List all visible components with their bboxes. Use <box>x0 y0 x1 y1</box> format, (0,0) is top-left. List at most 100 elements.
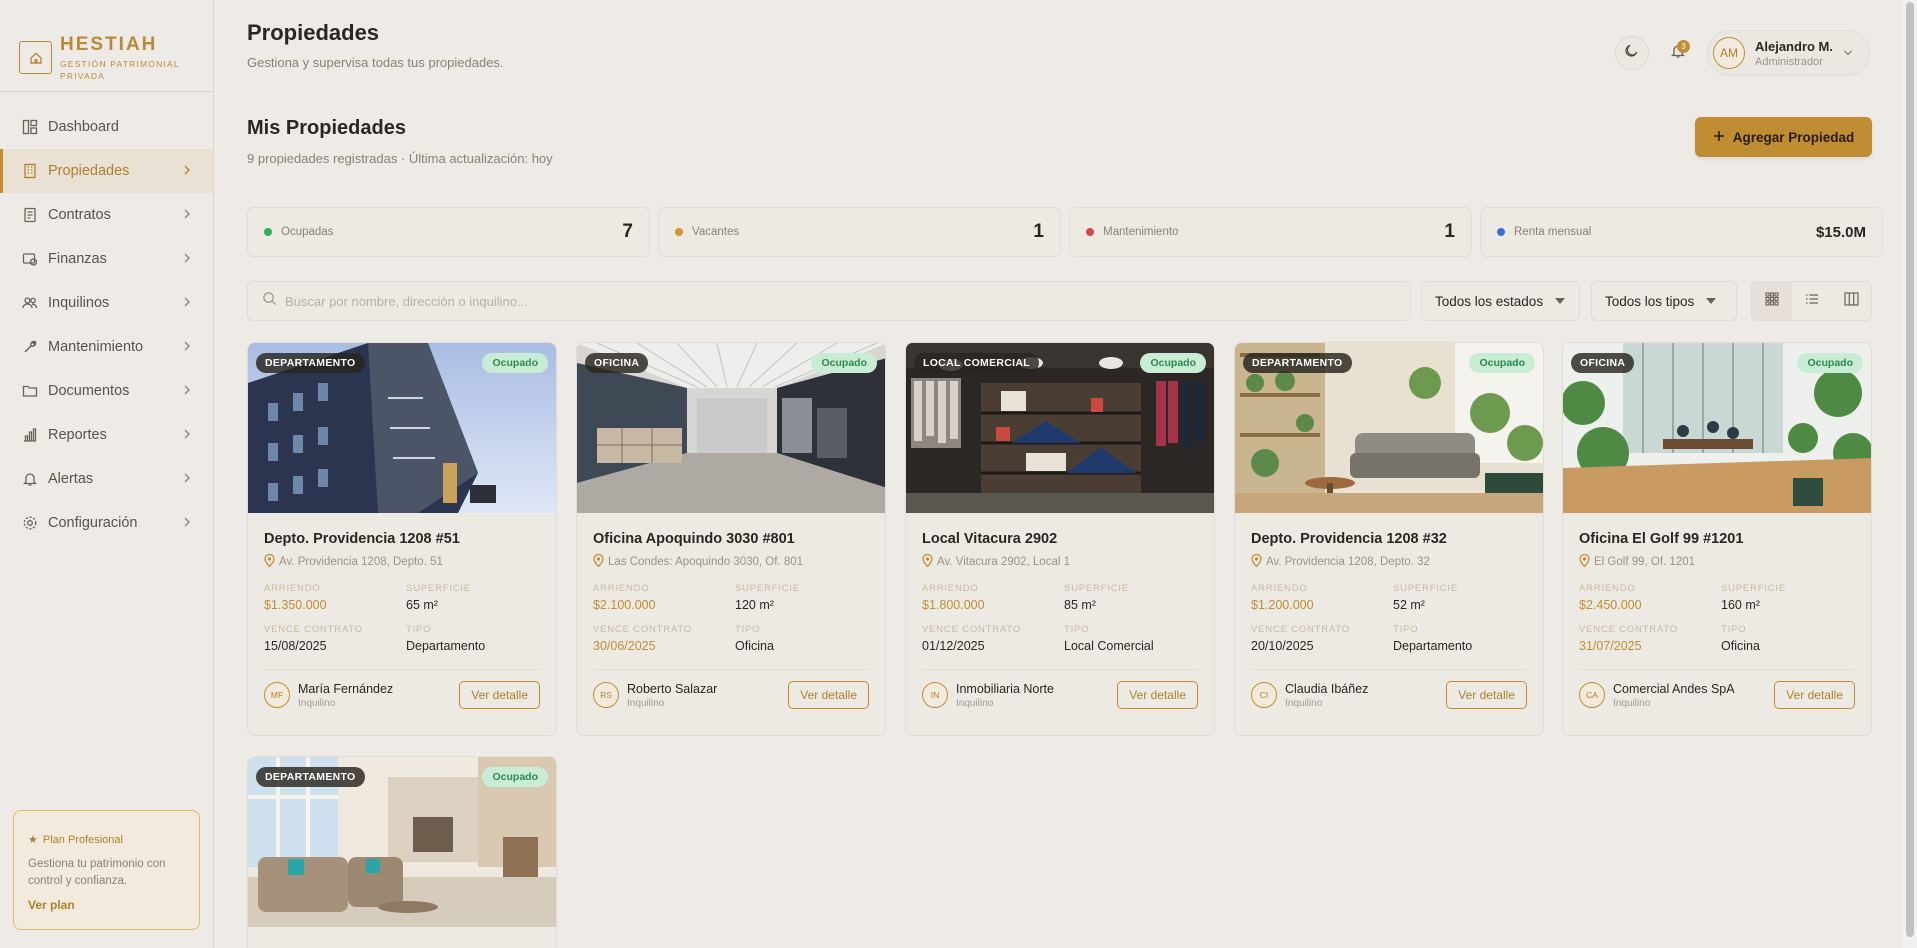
rent-label: ARRIENDO <box>1251 583 1308 594</box>
search-bar <box>247 281 1411 321</box>
tenant-name: Inmobiliaria Norte <box>956 681 1054 696</box>
sidebar-item-label: Reportes <box>48 427 107 443</box>
sidebar-item-alertas[interactable]: Alertas <box>0 457 213 501</box>
chevron-right-icon <box>183 516 191 532</box>
view-detail-button[interactable]: Ver detalle <box>459 681 540 709</box>
add-property-button[interactable]: Agregar Propiedad <box>1695 117 1872 157</box>
property-type-badge: DEPARTAMENTO <box>256 353 365 373</box>
scrollbar-thumb[interactable] <box>1906 2 1914 937</box>
contract-end-label: VENCE CONTRATO <box>593 624 692 635</box>
status-filter-select[interactable]: Todos los estados <box>1421 281 1580 321</box>
contract-end-value: 20/10/2025 <box>1251 639 1314 653</box>
property-type-badge: LOCAL COMERCIAL <box>914 353 1039 373</box>
contract-end-label: VENCE CONTRATO <box>1579 624 1678 635</box>
sidebar-item-label: Inquilinos <box>48 295 110 311</box>
status-badge: Ocupado <box>1797 353 1863 373</box>
stat-label: Ocupadas <box>281 226 334 238</box>
status-badge: Ocupado <box>1140 353 1206 373</box>
type-filter-select[interactable]: Todos los tipos <box>1591 281 1737 321</box>
notifications-button[interactable]: 3 <box>1661 36 1695 70</box>
stat-label: Mantenimiento <box>1103 226 1179 238</box>
caret-down-icon <box>1706 298 1717 304</box>
type-label: TIPO <box>1064 624 1090 635</box>
location-pin-icon <box>593 553 604 570</box>
brand[interactable]: HESTIAH GESTIÓN PATRIMONIAL PRIVADA <box>0 0 213 92</box>
property-image: DEPARTAMENTO Ocupado <box>248 757 556 927</box>
chevron-right-icon <box>183 252 191 268</box>
view-detail-button[interactable]: Ver detalle <box>788 681 869 709</box>
chevron-right-icon <box>183 164 191 180</box>
column-view-button[interactable] <box>1831 282 1871 320</box>
tenant-role: Inquilino <box>627 697 665 709</box>
sidebar-item-documentos[interactable]: Documentos <box>0 369 213 413</box>
type-label: TIPO <box>735 624 761 635</box>
list-view-button[interactable] <box>1792 282 1832 320</box>
area-value: 160 m² <box>1721 598 1760 612</box>
sidebar-item-label: Dashboard <box>48 119 119 135</box>
columns-icon <box>1844 291 1859 311</box>
area-value: 65 m² <box>406 598 438 612</box>
sidebar-item-propiedades[interactable]: Propiedades <box>0 149 213 193</box>
sidebar-item-dashboard[interactable]: Dashboard <box>0 105 213 149</box>
avatar: AM <box>1712 37 1745 69</box>
search-input[interactable] <box>285 293 1385 309</box>
user-menu[interactable]: AM Alejandro M. Administrador <box>1706 30 1870 76</box>
sidebar-item-finanzas[interactable]: Finanzas <box>0 237 213 281</box>
theme-toggle-button[interactable] <box>1614 36 1649 70</box>
area-label: SUPERFICIE <box>735 583 801 594</box>
sidebar-item-reportes[interactable]: Reportes <box>0 413 213 457</box>
tenant-avatar: IN <box>922 682 948 708</box>
sidebar-item-label: Propiedades <box>48 163 130 179</box>
view-detail-button[interactable]: Ver detalle <box>1117 681 1198 709</box>
stat-value: $15.0M <box>1815 223 1866 241</box>
sidebar-item-configuracion[interactable]: Configuración <box>0 501 213 545</box>
area-value: 52 m² <box>1393 598 1425 612</box>
status-dot <box>675 228 683 236</box>
user-role: Administrador <box>1754 55 1823 68</box>
property-card: DEPARTAMENTO Ocupado Depto. Providencia … <box>1234 342 1544 736</box>
property-address: Av. Vitacura 2902, Local 1 <box>937 556 1070 568</box>
area-value: 85 m² <box>1064 598 1096 612</box>
location-pin-icon <box>922 553 933 570</box>
area-label: SUPERFICIE <box>406 583 472 594</box>
contract-end-label: VENCE CONTRATO <box>922 624 1021 635</box>
sidebar-item-inquilinos[interactable]: Inquilinos <box>0 281 213 325</box>
tenant-role: Inquilino <box>298 697 336 709</box>
contract-end-label: VENCE CONTRATO <box>1251 624 1350 635</box>
bar-chart-icon <box>21 427 38 444</box>
type-value: Departamento <box>406 639 486 653</box>
sidebar-item-label: Documentos <box>48 383 130 399</box>
view-detail-button[interactable]: Ver detalle <box>1774 681 1855 709</box>
gear-icon <box>21 515 38 532</box>
property-image: DEPARTAMENTO Ocupado <box>1235 343 1543 513</box>
chevron-right-icon <box>183 472 191 488</box>
rent-value: $1.350.000 <box>264 598 327 612</box>
user-name: Alejandro M. <box>1754 38 1833 54</box>
type-value: Oficina <box>1721 639 1760 653</box>
type-label: TIPO <box>406 624 432 635</box>
property-image: OFICINA Ocupado <box>1563 343 1871 513</box>
property-image: DEPARTAMENTO Ocupado <box>248 343 556 513</box>
status-filter-value: Todos los estados <box>1435 293 1544 309</box>
sidebar-item-label: Contratos <box>48 207 111 223</box>
tenant-role: Inquilino <box>956 697 994 709</box>
area-value: 120 m² <box>735 598 774 612</box>
grid-icon <box>1765 291 1779 311</box>
status-badge: Ocupado <box>811 353 877 373</box>
sidebar-item-contratos[interactable]: Contratos <box>0 193 213 237</box>
page-subtitle: Gestiona y supervisa todas tus propiedad… <box>247 55 504 70</box>
status-dot <box>264 228 272 236</box>
rent-label: ARRIENDO <box>922 583 979 594</box>
stat-label: Vacantes <box>692 226 740 238</box>
view-detail-button[interactable]: Ver detalle <box>1446 681 1527 709</box>
view-plan-link[interactable]: Ver plan <box>28 898 75 912</box>
tenant-avatar: RS <box>593 682 619 708</box>
status-dot <box>1086 228 1094 236</box>
property-type-badge: OFICINA <box>585 353 649 373</box>
sidebar-item-mantenimiento[interactable]: Mantenimiento <box>0 325 213 369</box>
scrollbar[interactable] <box>1903 0 1917 948</box>
location-pin-icon <box>1251 553 1262 570</box>
rent-value: $1.200.000 <box>1251 598 1314 612</box>
grid-view-button[interactable] <box>1752 282 1792 320</box>
plan-card: ★ Plan Profesional Gestiona tu patrimoni… <box>13 810 200 930</box>
